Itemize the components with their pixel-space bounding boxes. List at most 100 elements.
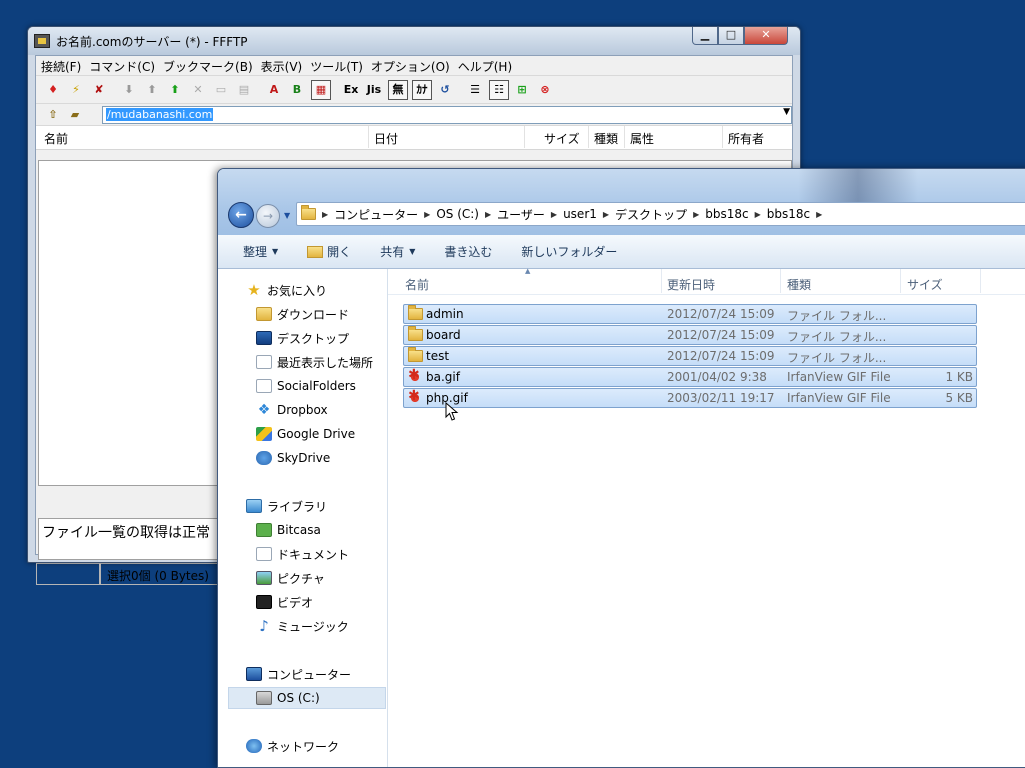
nav-network[interactable]: ネットワーク — [218, 735, 386, 757]
kana-conversion-button[interactable]: ｶﾅ — [412, 79, 432, 100]
menu-bookmark[interactable]: ブックマーク(B) — [162, 56, 260, 75]
open-folder-icon[interactable]: ▰ — [64, 105, 86, 125]
nav-item-documents[interactable]: ドキュメント — [218, 543, 386, 565]
detail-view-icon[interactable]: ☷ — [489, 79, 509, 100]
mirror-upload-icon[interactable]: ⬆ — [164, 80, 186, 100]
chevron-right-icon[interactable]: ▶ — [316, 210, 334, 219]
nav-item-music[interactable]: ♪ ミュージック — [218, 615, 386, 637]
nav-libraries[interactable]: ライブラリ — [218, 495, 386, 517]
mkdir-icon[interactable]: ▤ — [233, 80, 255, 100]
col-type[interactable]: 種類 — [594, 130, 618, 147]
col-header-type[interactable]: 種類 — [787, 276, 811, 293]
nav-item-videos[interactable]: ビデオ — [218, 591, 386, 613]
rename-icon[interactable]: ▭ — [210, 80, 232, 100]
auto-mode-icon[interactable]: ▦ — [311, 79, 331, 100]
menu-connect[interactable]: 接続(F) — [40, 56, 88, 75]
new-folder-button[interactable]: 新しいフォルダー — [521, 243, 617, 260]
file-row[interactable]: php.gif 2003/02/11 19:17 IrfanView GIF F… — [403, 388, 977, 408]
organize-button[interactable]: 整理 ▼ — [243, 243, 278, 260]
close-button[interactable]: ✕ — [744, 27, 788, 45]
upload-icon[interactable]: ⬆ — [141, 80, 163, 100]
parent-folder-icon[interactable]: ⇧ — [42, 105, 64, 125]
nav-favorites[interactable]: ★ お気に入り — [218, 279, 386, 301]
nav-item-socialfolders[interactable]: SocialFolders — [218, 375, 386, 397]
nav-item-pictures[interactable]: ピクチャ — [218, 567, 386, 589]
chevron-right-icon[interactable]: ▶ — [545, 210, 563, 219]
download-icon[interactable]: ⬇ — [118, 80, 140, 100]
file-date: 2001/04/02 9:38 — [667, 370, 767, 384]
menu-tools[interactable]: ツール(T) — [309, 56, 370, 75]
nav-item-recent-places[interactable]: 最近表示した場所 — [218, 351, 386, 373]
file-list-pane[interactable]: ▲ 名前 更新日時 種類 サイズ admin 2012/07/24 15:09 … — [388, 267, 1025, 767]
list-view-icon[interactable]: ☰ — [464, 80, 486, 100]
share-label: 共有 — [380, 245, 405, 259]
col-name[interactable]: 名前 — [44, 130, 68, 147]
nav-item-skydrive[interactable]: SkyDrive — [218, 447, 386, 469]
col-attr[interactable]: 属性 — [630, 130, 654, 147]
chevron-right-icon[interactable]: ▶ — [479, 210, 497, 219]
chevron-right-icon[interactable]: ▶ — [418, 210, 436, 219]
recent-pages-chevron-icon[interactable]: ▼ — [284, 211, 290, 220]
nav-item-downloads[interactable]: ダウンロード — [218, 303, 386, 325]
jis-kanji-button[interactable]: Jis — [363, 80, 385, 100]
disconnect-icon[interactable]: ✘ — [88, 80, 110, 100]
menu-command[interactable]: コマンド(C) — [88, 56, 162, 75]
burn-button[interactable]: 書き込む — [444, 243, 492, 260]
open-button[interactable]: 開く — [307, 243, 351, 260]
breadcrumb-bbs18c[interactable]: bbs18c — [767, 207, 810, 221]
breadcrumb-user[interactable]: user1 — [563, 207, 597, 221]
bitcasa-icon — [256, 523, 272, 537]
chevron-right-icon[interactable]: ▶ — [749, 210, 767, 219]
menu-options[interactable]: オプション(O) — [370, 56, 457, 75]
euc-kanji-button[interactable]: Ex — [340, 80, 362, 100]
address-bar[interactable]: ▶ コンピューター ▶ OS (C:) ▶ ユーザー ▶ user1 ▶ デスク… — [296, 202, 1025, 226]
chevron-right-icon[interactable]: ▶ — [687, 210, 705, 219]
organize-label: 整理 — [243, 245, 268, 259]
sort-up-icon: ▲ — [525, 267, 531, 275]
remote-path-input[interactable]: /mudabanashi.com — [102, 106, 792, 124]
nav-item-os-drive[interactable]: OS (C:) — [228, 687, 386, 709]
refresh-icon[interactable]: ↺ — [434, 80, 456, 100]
minimize-button[interactable]: ▁ — [692, 27, 718, 45]
share-button[interactable]: 共有 ▼ — [380, 243, 415, 260]
col-header-date[interactable]: 更新日時 — [667, 276, 715, 293]
back-button[interactable]: ← — [228, 202, 254, 228]
ascii-mode-button[interactable]: A — [263, 80, 285, 100]
col-date[interactable]: 日付 — [374, 130, 398, 147]
ffftp-titlebar[interactable]: お名前.comのサーバー (*) - FFFTP ▁ □ ✕ — [28, 27, 800, 55]
nav-item-bitcasa[interactable]: Bitcasa — [218, 519, 386, 541]
col-header-name[interactable]: 名前 — [405, 276, 429, 293]
menu-help[interactable]: ヘルプ(H) — [457, 56, 519, 75]
breadcrumb-computer[interactable]: コンピューター — [334, 206, 418, 223]
col-header-size[interactable]: サイズ — [907, 276, 943, 293]
stop-icon[interactable]: ⊗ — [534, 80, 556, 100]
nav-computer[interactable]: コンピューター — [218, 663, 386, 685]
breadcrumb-drive[interactable]: OS (C:) — [436, 207, 479, 221]
nav-item-dropbox[interactable]: ❖ Dropbox — [218, 399, 386, 421]
binary-mode-button[interactable]: B — [286, 80, 308, 100]
chevron-right-icon[interactable]: ▶ — [810, 210, 828, 219]
connect-icon[interactable]: ♦ — [42, 80, 64, 100]
breadcrumb-users[interactable]: ユーザー — [497, 206, 545, 223]
file-row[interactable]: ba.gif 2001/04/02 9:38 IrfanView GIF Fil… — [403, 367, 977, 387]
maximize-button[interactable]: □ — [718, 27, 744, 45]
quick-connect-icon[interactable]: ⚡ — [65, 80, 87, 100]
forward-button[interactable]: → — [256, 204, 280, 228]
delete-icon[interactable]: ✕ — [187, 80, 209, 100]
chevron-right-icon[interactable]: ▶ — [597, 210, 615, 219]
file-row[interactable]: admin 2012/07/24 15:09 ファイル フォル... — [403, 304, 977, 324]
chevron-down-icon[interactable]: ▼ — [783, 107, 790, 117]
no-conversion-button[interactable]: 無 — [388, 79, 408, 100]
col-size[interactable]: サイズ — [544, 130, 580, 147]
col-owner[interactable]: 所有者 — [728, 130, 764, 147]
ffftp-app-icon[interactable] — [34, 34, 50, 48]
tree-view-icon[interactable]: ⊞ — [511, 80, 533, 100]
breadcrumb-bbs18c-parent[interactable]: bbs18c — [705, 207, 748, 221]
breadcrumb-desktop[interactable]: デスクトップ — [615, 206, 687, 223]
nav-item-desktop[interactable]: デスクトップ — [218, 327, 386, 349]
nav-item-google-drive[interactable]: Google Drive — [218, 423, 386, 445]
menu-view[interactable]: 表示(V) — [260, 56, 310, 75]
file-row[interactable]: board 2012/07/24 15:09 ファイル フォル... — [403, 325, 977, 345]
nav-item-label: ダウンロード — [277, 307, 350, 322]
file-row[interactable]: test 2012/07/24 15:09 ファイル フォル... — [403, 346, 977, 366]
